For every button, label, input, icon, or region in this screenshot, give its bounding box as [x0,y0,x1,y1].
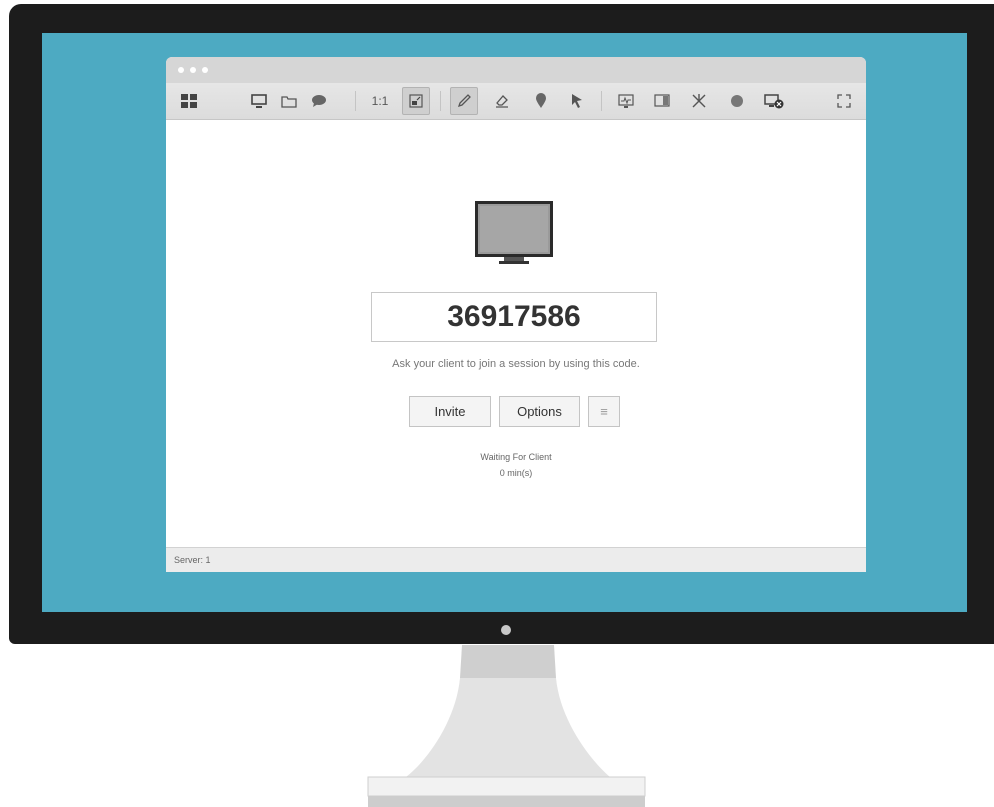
display-icon[interactable] [245,87,273,115]
chat-icon[interactable] [305,87,333,115]
toolbar-separator [601,91,602,111]
elapsed-time: 0 min(s) [499,468,533,478]
server-label: Server: 1 [174,555,211,565]
invite-button[interactable]: Invite [409,396,491,427]
eraser-icon[interactable] [488,87,516,115]
window-dot[interactable] [190,67,196,73]
monitor-view-icon[interactable] [612,87,640,115]
window-dot[interactable] [202,67,208,73]
session-hint: Ask your client to join a session by usi… [392,358,640,370]
toolbar-separator [440,91,441,111]
computer-monitor-icon [475,201,553,264]
app-window: 1:1 36917586 Ask your client to join a s… [166,57,866,572]
fit-screen-icon[interactable] [402,87,430,115]
menu-button[interactable]: ≡ [588,396,620,427]
actual-size-button[interactable]: 1:1 [366,87,394,115]
toolbar: 1:1 [166,83,866,120]
fullscreen-icon[interactable] [830,87,858,115]
pencil-icon[interactable] [450,87,478,115]
grid-icon[interactable] [175,87,203,115]
status-bar: Server: 1 [166,547,866,572]
title-bar [166,57,866,83]
power-led [501,625,511,635]
session-code: 36917586 [371,292,657,342]
disconnect-screen-icon[interactable] [760,87,788,115]
record-icon[interactable] [723,87,751,115]
folder-icon[interactable] [275,87,303,115]
session-panel: 36917586 Ask your client to join a sessi… [166,120,866,547]
window-dot[interactable] [178,67,184,73]
connection-status: Waiting For Client [480,452,552,462]
marker-icon[interactable] [527,87,555,115]
options-button[interactable]: Options [499,396,580,427]
tools-icon[interactable] [685,87,713,115]
pointer-icon[interactable] [563,87,591,115]
toolbar-separator [355,91,356,111]
window-icon[interactable] [648,87,676,115]
